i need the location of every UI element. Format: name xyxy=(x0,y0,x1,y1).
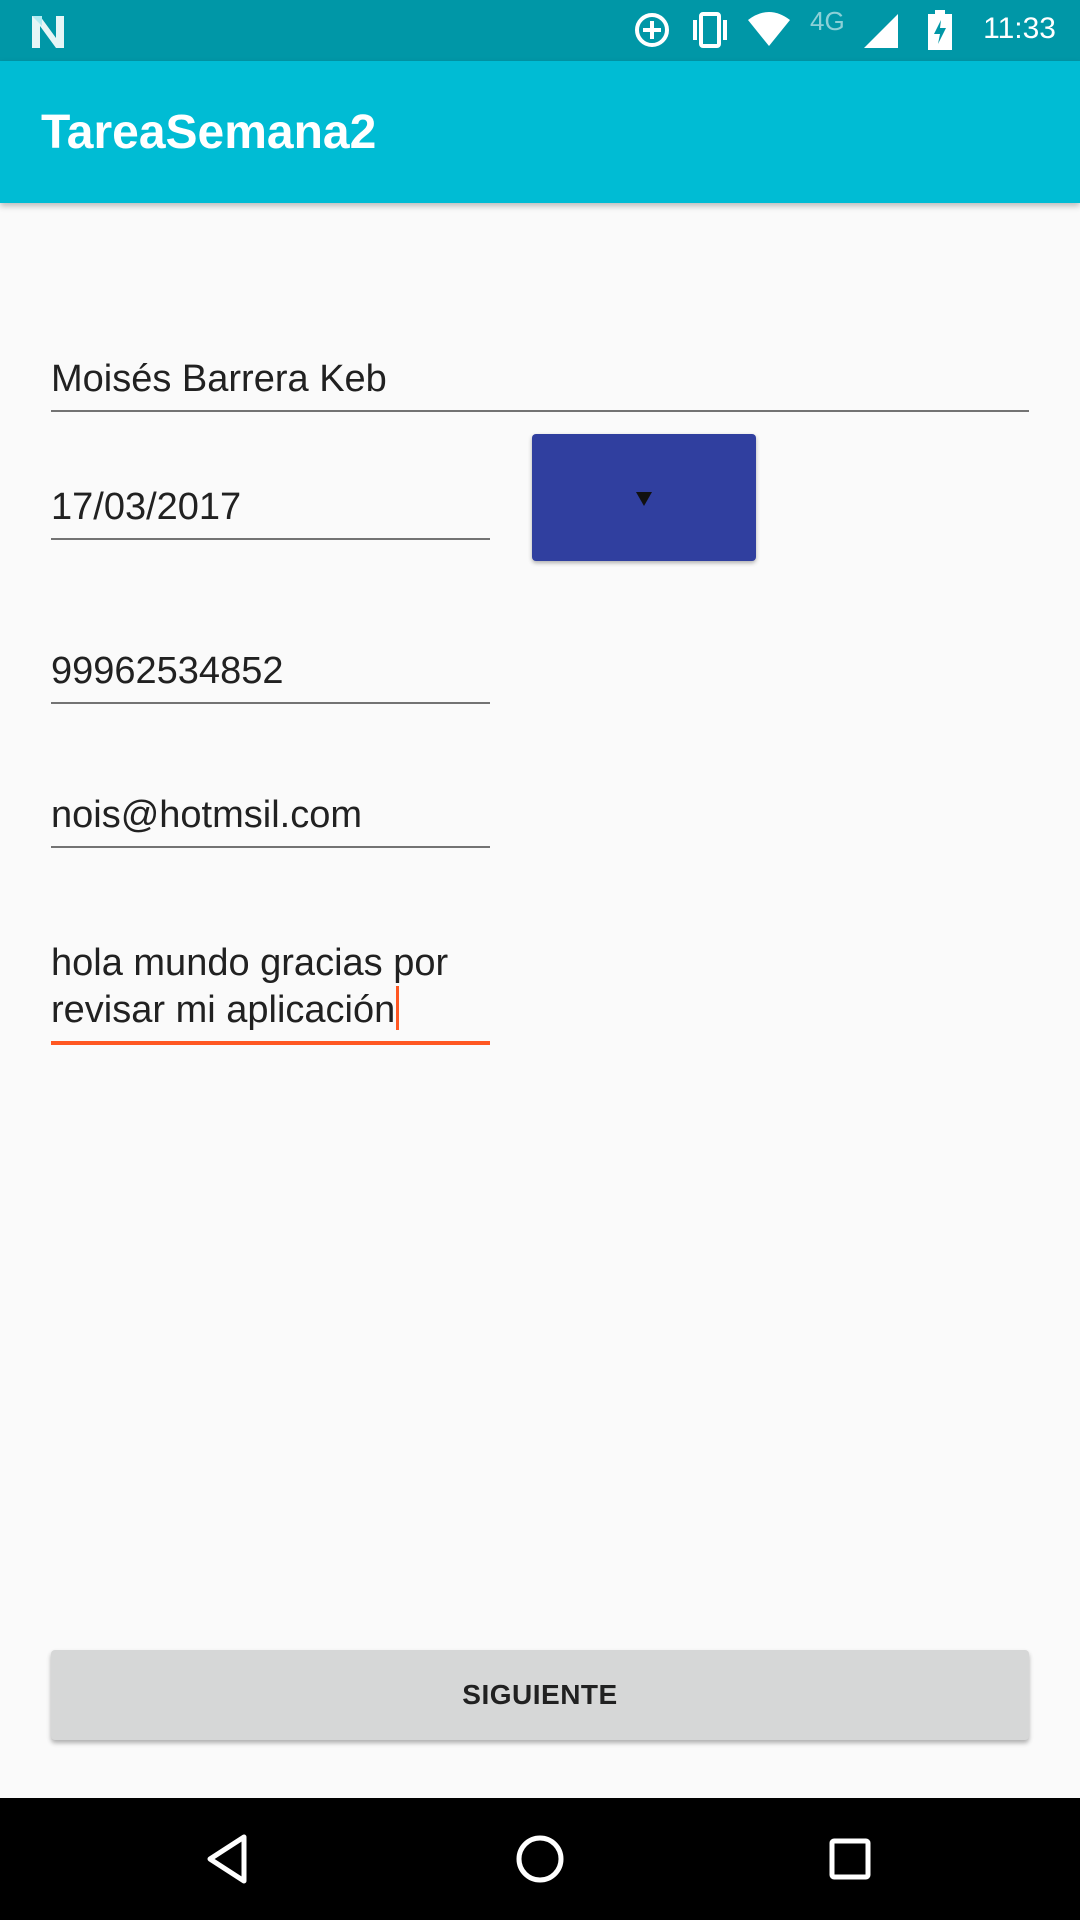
status-bar: 4G 11:33 xyxy=(0,0,1080,61)
next-button[interactable]: SIGUIENTE xyxy=(51,1650,1029,1740)
next-button-label: SIGUIENTE xyxy=(462,1679,618,1710)
data-saver-icon xyxy=(635,13,669,47)
name-value: Moisés Barrera Keb xyxy=(51,358,387,400)
navigation-bar xyxy=(0,1798,1080,1920)
home-icon[interactable] xyxy=(510,1829,570,1889)
network-type: 4G xyxy=(810,6,845,36)
date-field[interactable]: 17/03/2017 xyxy=(51,484,490,540)
vibrate-icon xyxy=(693,12,727,48)
recents-icon[interactable] xyxy=(820,1829,880,1889)
description-value: hola mundo gracias por revisar mi aplica… xyxy=(51,942,449,1031)
text-cursor xyxy=(396,986,400,1030)
dropdown-arrow-icon xyxy=(636,491,652,506)
email-field[interactable]: nois@hotmsil.com xyxy=(51,792,490,848)
back-icon[interactable] xyxy=(200,1829,260,1889)
signal-icon xyxy=(864,14,898,48)
app-bar: TareaSemana2 xyxy=(0,61,1080,203)
wifi-icon xyxy=(748,12,790,46)
email-value: nois@hotmsil.com xyxy=(51,794,362,836)
phone-field[interactable]: 99962534852 xyxy=(51,648,490,704)
date-value: 17/03/2017 xyxy=(51,486,242,528)
status-time: 11:33 xyxy=(983,12,1056,45)
description-field[interactable]: hola mundo gracias por revisar mi aplica… xyxy=(51,940,490,1045)
dropdown-spinner[interactable] xyxy=(532,434,756,561)
battery-icon xyxy=(928,10,952,50)
name-field[interactable]: Moisés Barrera Keb xyxy=(51,356,1029,412)
phone-value: 99962534852 xyxy=(51,650,284,692)
app-title: TareaSemana2 xyxy=(41,106,377,159)
n-logo-icon xyxy=(32,16,64,48)
